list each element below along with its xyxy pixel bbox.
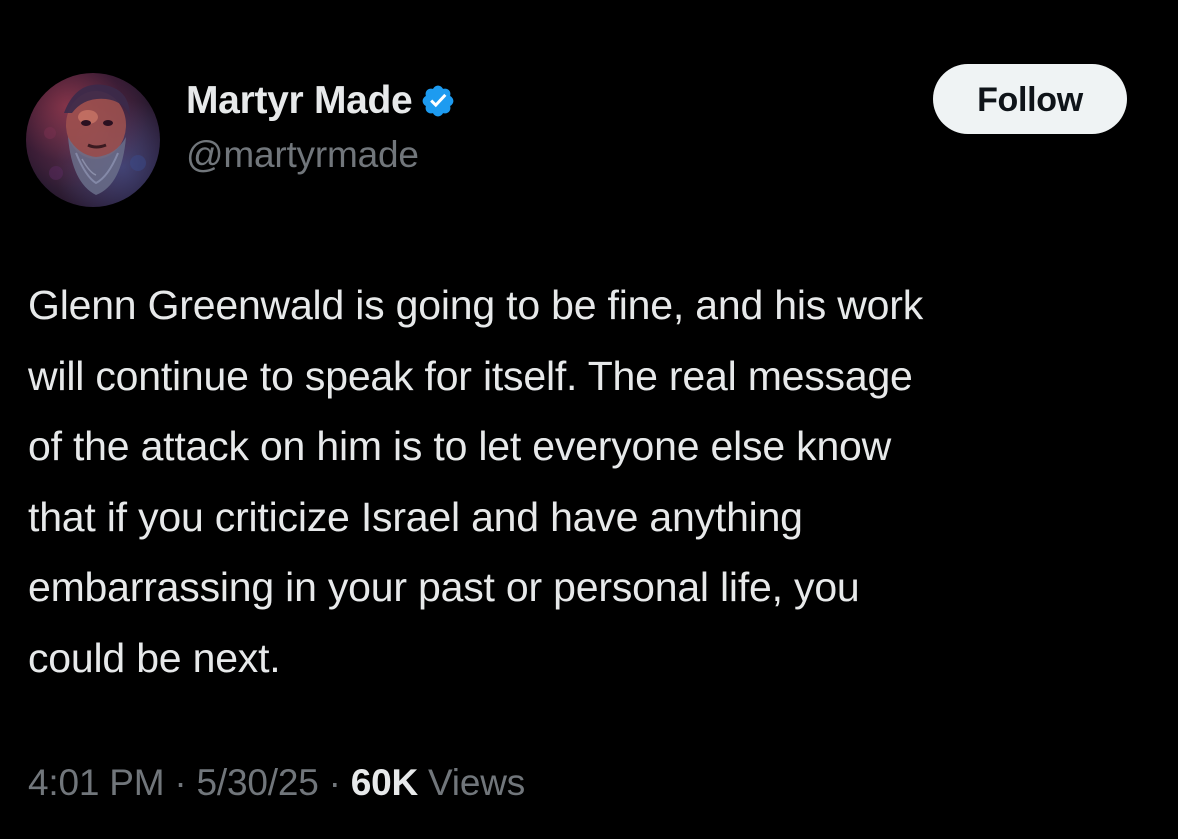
tweet-text: Glenn Greenwald is going to be fine, and… — [28, 270, 1158, 693]
tweet-text-line: of the attack on him is to let everyone … — [28, 423, 892, 469]
tweet-time[interactable]: 4:01 PM — [28, 762, 165, 804]
tweet-text-line: will continue to speak for itself. The r… — [28, 352, 913, 399]
bearded-man-portrait-icon — [44, 84, 146, 195]
tweet-card: Martyr Made @martyrmade Follow Glenn Gre… — [0, 0, 1178, 839]
views-count[interactable]: 60K — [351, 762, 418, 804]
views-label[interactable]: Views — [428, 762, 525, 804]
tweet-text-line: embarrassing in your past or personal li… — [28, 564, 860, 610]
avatar[interactable] — [26, 73, 160, 207]
tweet-date[interactable]: 5/30/25 — [197, 762, 319, 804]
author-handle[interactable]: @martyrmade — [186, 134, 456, 176]
meta-separator: · — [174, 762, 187, 803]
verified-badge-icon[interactable] — [420, 83, 456, 119]
tweet-meta: 4:01 PM · 5/30/25 · 60K Views — [28, 762, 525, 804]
author-name-row: Martyr Made — [186, 78, 456, 124]
tweet-text-line: Glenn Greenwald is going to be fine, and… — [28, 282, 924, 328]
tweet-text-line: that if you criticize Israel and have an… — [28, 493, 803, 540]
meta-separator: · — [328, 762, 341, 803]
tweet-text-line: could be next. — [28, 634, 281, 681]
author-display-name[interactable]: Martyr Made — [186, 79, 413, 123]
author-info: Martyr Made @martyrmade — [186, 78, 456, 176]
follow-button[interactable]: Follow — [933, 64, 1127, 134]
